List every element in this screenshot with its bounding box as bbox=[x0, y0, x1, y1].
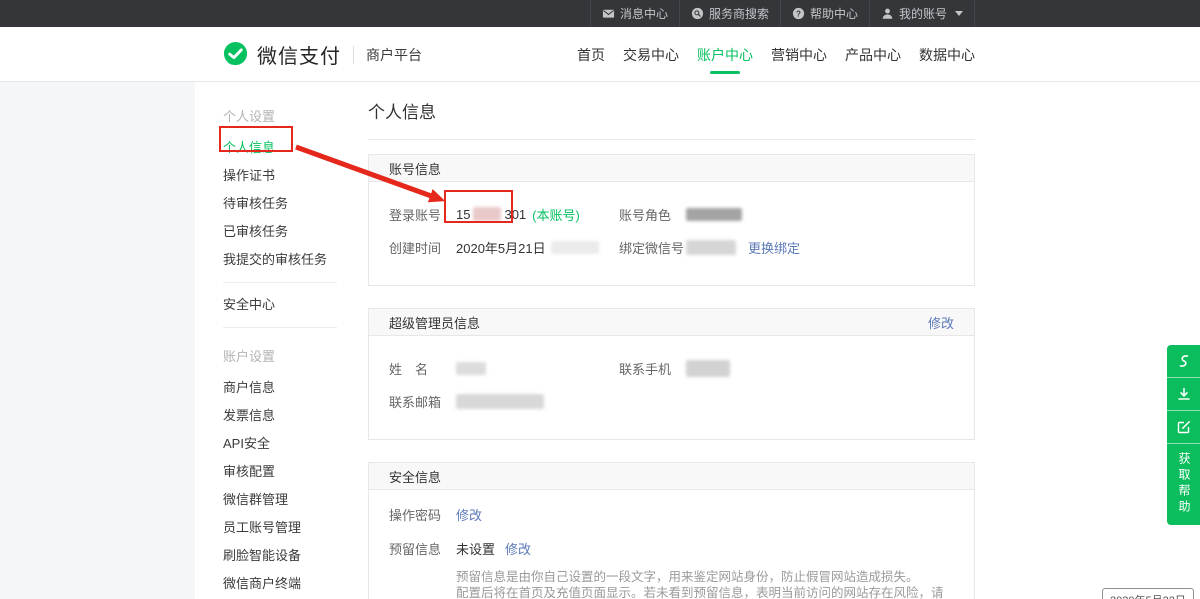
description-line: 预留信息是由你自己设置的一段文字，用来鉴定网站身份，防止假冒网站造成损失。 bbox=[456, 570, 954, 586]
main-nav: 首页 交易中心 账户中心 营销中心 产品中心 数据中心 bbox=[577, 27, 975, 82]
redacted-wechat-id bbox=[686, 240, 736, 255]
change-binding-link[interactable]: 更换绑定 bbox=[748, 238, 800, 257]
card-title: 账号信息 bbox=[389, 159, 441, 178]
sidebar-item-security-center[interactable]: 安全中心 bbox=[195, 291, 345, 319]
sidebar-item-review-config[interactable]: 审核配置 bbox=[195, 458, 345, 486]
sidebar-item-staff-account-management[interactable]: 员工账号管理 bbox=[195, 514, 345, 542]
login-account-suffix: 301 bbox=[504, 207, 526, 222]
security-info-card: 安全信息 操作密码 修改 预留信息 未设置 修改 预留信息 bbox=[368, 462, 975, 599]
question-circle-icon: ? bbox=[792, 7, 805, 20]
sidebar-item-personal-info[interactable]: 个人信息 bbox=[195, 134, 345, 162]
sidebar-item-operation-certificate[interactable]: 操作证书 bbox=[195, 162, 345, 190]
redacted-login-middle bbox=[473, 207, 501, 221]
account-info-card: 账号信息 登录账号 15 301 (本账号) bbox=[368, 154, 975, 286]
created-time-value: 2020年5月21日 bbox=[456, 238, 546, 257]
chevron-down-icon bbox=[955, 11, 963, 16]
edit-icon bbox=[1176, 419, 1192, 435]
search-circle-icon bbox=[691, 7, 704, 20]
feedback-button[interactable] bbox=[1167, 411, 1200, 444]
operation-password-label: 操作密码 bbox=[389, 505, 456, 524]
nav-product-center[interactable]: 产品中心 bbox=[845, 45, 901, 65]
sidebar-item-invoice-info[interactable]: 发票信息 bbox=[195, 402, 345, 430]
topbar-help-center[interactable]: ? 帮助中心 bbox=[780, 0, 869, 27]
redacted-account-role bbox=[686, 208, 742, 221]
super-admin-card-header: 超级管理员信息 修改 bbox=[369, 309, 974, 336]
nav-data-center[interactable]: 数据中心 bbox=[919, 45, 975, 65]
main-content: 个人信息 账号信息 登录账号 15 30 bbox=[345, 82, 1200, 599]
header: 微信支付 商户平台 首页 交易中心 账户中心 营销中心 产品中心 数据中心 bbox=[0, 27, 1200, 82]
topbar-service-search[interactable]: 服务商搜索 bbox=[679, 0, 780, 27]
brand-divider bbox=[353, 46, 354, 64]
topbar-item-label: 消息中心 bbox=[620, 5, 668, 22]
sidebar-section-account-settings: 账户设置 bbox=[195, 336, 345, 374]
topbar-item-label: 帮助中心 bbox=[810, 5, 858, 22]
floating-help-widget: 获取帮助 bbox=[1167, 345, 1200, 525]
login-account-prefix: 15 bbox=[456, 207, 470, 222]
user-icon bbox=[881, 7, 894, 20]
sidebar-item-api-security[interactable]: API安全 bbox=[195, 430, 345, 458]
nav-account-center[interactable]: 账户中心 bbox=[697, 45, 753, 65]
topbar-my-account[interactable]: 我的账号 bbox=[869, 0, 975, 27]
topbar-item-label: 服务商搜索 bbox=[709, 5, 769, 22]
sidebar-item-wechat-group-management[interactable]: 微信群管理 bbox=[195, 486, 345, 514]
download-icon bbox=[1176, 386, 1192, 402]
download-button[interactable] bbox=[1167, 378, 1200, 411]
redacted-admin-name bbox=[456, 362, 486, 375]
account-role-label: 账号角色 bbox=[619, 205, 686, 224]
nav-transaction-center[interactable]: 交易中心 bbox=[623, 45, 679, 65]
page-title: 个人信息 bbox=[368, 98, 975, 140]
get-help-button[interactable]: 获取帮助 bbox=[1167, 444, 1200, 525]
customer-service-icon bbox=[1176, 353, 1192, 369]
sidebar-item-pending-review-tasks[interactable]: 待审核任务 bbox=[195, 190, 345, 218]
sidebar-item-merchant-info[interactable]: 商户信息 bbox=[195, 374, 345, 402]
created-time-label: 创建时间 bbox=[389, 238, 456, 257]
edit-password-link[interactable]: 修改 bbox=[456, 505, 482, 524]
current-account-note: (本账号) bbox=[532, 205, 580, 224]
edit-reserved-info-link[interactable]: 修改 bbox=[505, 539, 531, 558]
date-tooltip: 2020年5月22日 bbox=[1102, 588, 1194, 599]
envelope-icon bbox=[602, 7, 615, 20]
description-line: 配置后将在首页及充值页面显示。若未看到预留信息，表明当前访问的网站存在风险，请终… bbox=[456, 586, 954, 599]
sidebar: 个人设置 个人信息 操作证书 待审核任务 已审核任务 我提交的审核任务 安全中心… bbox=[195, 82, 345, 599]
nav-home[interactable]: 首页 bbox=[577, 45, 605, 65]
account-info-card-header: 账号信息 bbox=[369, 155, 974, 182]
contact-email-label: 联系邮箱 bbox=[389, 392, 456, 411]
brand: 微信支付 商户平台 bbox=[222, 27, 422, 82]
wechat-pay-merchant-portal: 消息中心 服务商搜索 ? 帮助中心 我的账号 微信支付 商户平台 bbox=[0, 0, 1200, 599]
redacted-contact-phone bbox=[686, 360, 730, 377]
bound-wechat-label: 绑定微信号 bbox=[619, 238, 686, 257]
login-account-value: 15 301 bbox=[456, 207, 526, 222]
brand-platform: 商户平台 bbox=[366, 45, 422, 65]
sidebar-item-reviewed-tasks[interactable]: 已审核任务 bbox=[195, 218, 345, 246]
sidebar-divider bbox=[223, 282, 337, 283]
card-title: 安全信息 bbox=[389, 467, 441, 486]
sidebar-section-personal-settings: 个人设置 bbox=[195, 96, 345, 134]
get-help-label: 获取帮助 bbox=[1175, 452, 1192, 516]
topbar-message-center[interactable]: 消息中心 bbox=[590, 0, 679, 27]
sidebar-item-face-smart-device[interactable]: 刷脸智能设备 bbox=[195, 542, 345, 570]
nav-marketing-center[interactable]: 营销中心 bbox=[771, 45, 827, 65]
redacted-contact-email bbox=[456, 394, 544, 409]
wechat-pay-logo-icon bbox=[222, 41, 249, 68]
login-account-label: 登录账号 bbox=[389, 205, 456, 224]
edit-admin-link[interactable]: 修改 bbox=[928, 313, 954, 332]
sidebar-divider bbox=[223, 327, 337, 328]
redacted-created-time bbox=[551, 241, 599, 254]
topbar: 消息中心 服务商搜索 ? 帮助中心 我的账号 bbox=[0, 0, 1200, 27]
topbar-item-label: 我的账号 bbox=[899, 5, 947, 22]
contact-phone-label: 联系手机 bbox=[619, 359, 686, 378]
security-info-card-header: 安全信息 bbox=[369, 463, 974, 490]
sidebar-item-my-submitted-tasks[interactable]: 我提交的审核任务 bbox=[195, 246, 345, 274]
admin-name-label: 姓 名 bbox=[389, 359, 456, 378]
reserved-info-label: 预留信息 bbox=[389, 539, 456, 558]
super-admin-card: 超级管理员信息 修改 姓 名 联系手机 bbox=[368, 308, 975, 440]
reserved-info-description: 预留信息是由你自己设置的一段文字，用来鉴定网站身份，防止假冒网站造成损失。 配置… bbox=[456, 570, 954, 599]
sidebar-item-wechat-merchant-terminal[interactable]: 微信商户终端 bbox=[195, 570, 345, 598]
svg-text:?: ? bbox=[796, 9, 801, 18]
card-title: 超级管理员信息 bbox=[389, 313, 480, 332]
brand-name: 微信支付 bbox=[257, 40, 341, 69]
page-body: 个人设置 个人信息 操作证书 待审核任务 已审核任务 我提交的审核任务 安全中心… bbox=[0, 82, 1200, 599]
customer-service-button[interactable] bbox=[1167, 345, 1200, 378]
reserved-info-value: 未设置 bbox=[456, 539, 495, 558]
